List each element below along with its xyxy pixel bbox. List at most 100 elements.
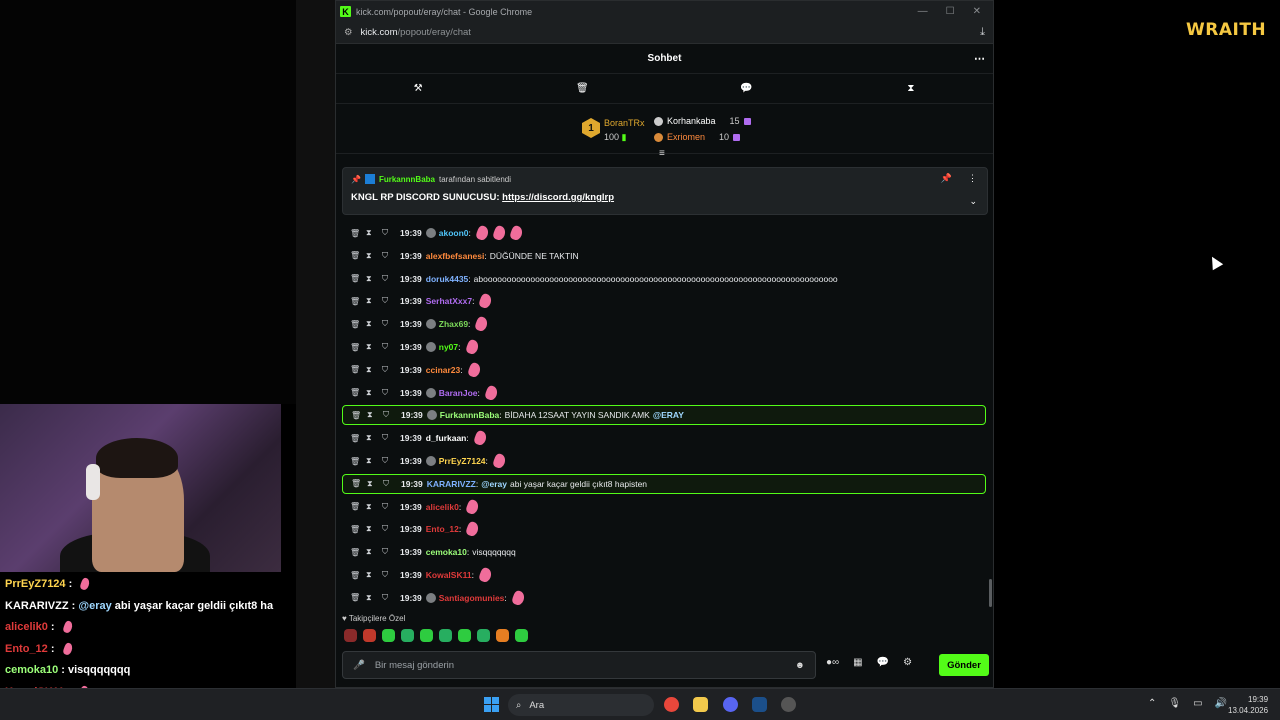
chat-message[interactable]: 🗑 ⧗ ⛉ 19:39 BaranJoe:	[342, 383, 986, 403]
shield-icon[interactable]: ⛉	[382, 524, 398, 534]
chat-message[interactable]: 🗑 ⧗ ⛉ 19:39 doruk4435: aboooooooooooooooooooo…	[342, 269, 986, 289]
minimize-icon[interactable]: —	[918, 6, 928, 17]
shield-icon[interactable]: ⛉	[382, 365, 398, 375]
trash-icon[interactable]: 🗑	[350, 388, 366, 397]
shield-icon[interactable]: ⛉	[382, 570, 398, 580]
emote-icon[interactable]	[458, 629, 471, 642]
chat-message[interactable]: 🗑 ⧗ ⛉ 19:39 PrrEyZ7124:	[342, 451, 986, 471]
trash-icon[interactable]: 🗑	[351, 411, 367, 420]
username[interactable]: d_furkaan	[426, 433, 467, 443]
chat-message[interactable]: 🗑 ⧗ ⛉ 19:39 KARARIVZZ: @eray abi yaşar kaçar g…	[342, 473, 986, 494]
hourglass-icon[interactable]: ⧗	[367, 479, 383, 489]
trash-icon[interactable]: 🗑	[351, 479, 367, 488]
shield-icon[interactable]: ⛉	[382, 274, 398, 284]
discord-icon[interactable]	[723, 697, 738, 712]
file-explorer-icon[interactable]	[693, 697, 708, 712]
pinned-link[interactable]: https://discord.gg/knglrp	[502, 192, 614, 203]
hourglass-icon[interactable]: ⧗	[366, 433, 382, 443]
leaderboard-first-name[interactable]: BoranTRx	[604, 118, 645, 128]
message-input[interactable]: 🎤 Bir mesaj gönderin ☻	[342, 651, 816, 679]
pinned-more-icon[interactable]: ⋮	[968, 173, 977, 184]
emoji-icon[interactable]: ☻	[795, 660, 805, 671]
address-bar[interactable]: ⚙ kick.com/popout/eray/chat ⤓	[336, 22, 993, 44]
emote-icon[interactable]	[515, 629, 528, 642]
shield-icon[interactable]: ⛉	[382, 433, 398, 443]
leaderboard-third[interactable]: Exriomen 10	[654, 132, 741, 142]
username[interactable]: Santiagomunies	[439, 593, 505, 603]
hourglass-icon[interactable]: ⧗	[366, 342, 382, 352]
chat-message[interactable]: 🗑 ⧗ ⛉ 19:39 ny07:	[342, 337, 986, 357]
shield-icon[interactable]: ⛉	[382, 296, 398, 306]
download-icon[interactable]: ⤓	[980, 26, 985, 39]
settings-icon[interactable]: ⚙	[903, 657, 912, 668]
pinned-user[interactable]: FurkannnBaba	[379, 175, 435, 184]
hourglass-icon[interactable]: ⧗	[366, 319, 382, 329]
microphone-icon[interactable]: 🎤	[353, 660, 365, 671]
username[interactable]: FurkannnBaba	[440, 410, 500, 420]
emote-icon[interactable]	[382, 629, 395, 642]
hourglass-icon[interactable]: ⧗	[366, 593, 382, 603]
steam-icon[interactable]	[752, 697, 767, 712]
points-icon[interactable]: ●∞	[826, 657, 839, 668]
microphone-icon[interactable]: 🎙	[1168, 698, 1181, 709]
shield-icon[interactable]: ⛉	[382, 228, 398, 238]
taskbar-search[interactable]: ⌕ Ara	[508, 694, 654, 716]
emote-icon[interactable]	[363, 629, 376, 642]
username[interactable]: KowalSK11	[426, 570, 472, 580]
emote-icon[interactable]	[439, 629, 452, 642]
trash-icon[interactable]: 🗑	[350, 320, 366, 329]
hourglass-icon[interactable]: ⧗	[366, 296, 382, 306]
unpin-icon[interactable]: 📌	[941, 173, 952, 184]
chevron-up-icon[interactable]: ⌃	[1148, 698, 1156, 709]
shield-icon[interactable]: ⛉	[383, 410, 399, 420]
username[interactable]: cemoka10	[426, 547, 467, 557]
chevron-down-icon[interactable]: ⌄	[969, 196, 977, 207]
emote-icon[interactable]	[496, 629, 509, 642]
chat-bubble-icon[interactable]: 💬	[707, 83, 787, 94]
trash-icon[interactable]: 🗑	[542, 83, 622, 94]
hourglass-icon[interactable]: ⧗	[366, 502, 382, 512]
trash-icon[interactable]: 🗑	[350, 297, 366, 306]
chat-scrollbar[interactable]	[989, 579, 992, 607]
chat-message[interactable]: 🗑 ⧗ ⛉ 19:39 cemoka10: visqqqqqqq	[342, 542, 986, 562]
hourglass-icon[interactable]: ⧗	[366, 388, 382, 398]
hourglass-icon[interactable]: ⧗	[366, 524, 382, 534]
username[interactable]: akoon0	[439, 228, 469, 238]
trash-icon[interactable]: 🗑	[350, 593, 366, 602]
chat-icon[interactable]: 💬	[877, 657, 889, 668]
chat-message[interactable]: 🗑 ⧗ ⛉ 19:39 KowalSK11:	[342, 565, 986, 585]
hourglass-icon[interactable]: ⧗	[366, 365, 382, 375]
shield-icon[interactable]: ⛉	[382, 593, 398, 603]
username[interactable]: Ento_12	[426, 524, 459, 534]
clock[interactable]: 19:39 13.04.2026	[1228, 694, 1268, 716]
emote-icon[interactable]	[477, 629, 490, 642]
chat-message[interactable]: 🗑 ⧗ ⛉ 19:39 Ento_12:	[342, 519, 986, 539]
username[interactable]: SerhatXxx7	[426, 296, 472, 306]
shield-icon[interactable]: ⛉	[382, 388, 398, 398]
hourglass-icon[interactable]: ⧗	[366, 251, 382, 261]
username[interactable]: Zhax69	[439, 319, 468, 329]
chat-message[interactable]: 🗑 ⧗ ⛉ 19:39 ccinar23:	[342, 360, 986, 380]
username[interactable]: PrrEyZ7124	[439, 456, 486, 466]
username[interactable]: ccinar23	[426, 365, 461, 375]
username[interactable]: BaranJoe	[439, 388, 478, 398]
volume-icon[interactable]: 🔊	[1215, 698, 1227, 709]
username[interactable]: alexfbefsanesi	[426, 251, 485, 261]
chat-message[interactable]: 🗑 ⧗ ⛉ 19:39 akoon0:	[342, 223, 986, 243]
trash-icon[interactable]: 🗑	[350, 274, 366, 283]
chat-message[interactable]: 🗑 ⧗ ⛉ 19:39 d_furkaan:	[342, 428, 986, 448]
trash-icon[interactable]: 🗑	[350, 365, 366, 374]
trash-icon[interactable]: 🗑	[350, 525, 366, 534]
trash-icon[interactable]: 🗑	[350, 457, 366, 466]
username[interactable]: alicelik0	[426, 502, 459, 512]
store-icon[interactable]: ▦	[853, 657, 862, 668]
trash-icon[interactable]: 🗑	[350, 251, 366, 260]
trash-icon[interactable]: 🗑	[350, 343, 366, 352]
shield-icon[interactable]: ⛉	[382, 342, 398, 352]
chat-message[interactable]: 🗑 ⧗ ⛉ 19:39 Zhax69:	[342, 314, 986, 334]
mention[interactable]: @ERAY	[653, 410, 684, 420]
emote-icon[interactable]	[344, 629, 357, 642]
shield-icon[interactable]: ⛉	[382, 319, 398, 329]
trash-icon[interactable]: 🗑	[350, 229, 366, 238]
hourglass-icon[interactable]: ⧗	[366, 547, 382, 557]
